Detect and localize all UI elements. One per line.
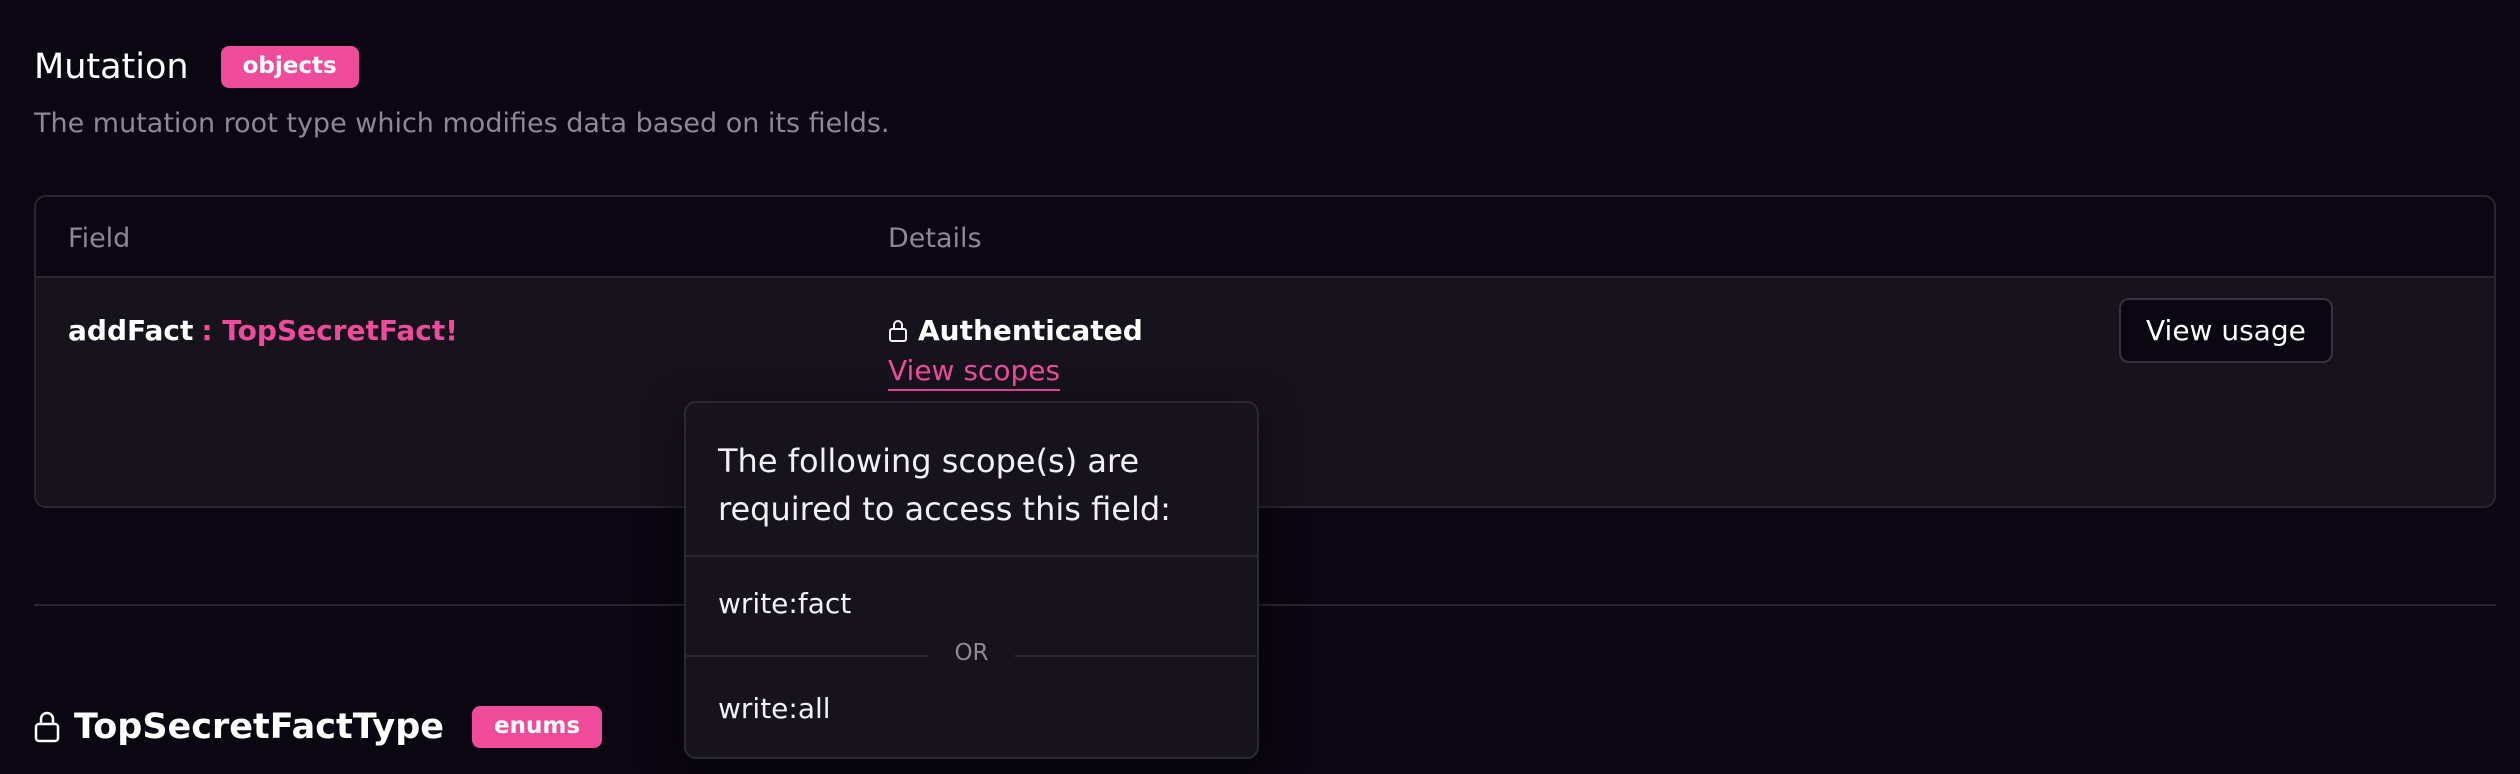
column-header-field: Field: [68, 223, 131, 254]
scope-item: write:fact: [718, 587, 852, 620]
table-row: addFact: TopSecretFact! Authenticated Vi…: [36, 278, 2494, 506]
auth-indicator: Authenticated: [888, 314, 1143, 347]
enums-badge[interactable]: enums: [472, 706, 603, 748]
section-header: Mutation objects: [34, 46, 359, 88]
auth-label: Authenticated: [918, 314, 1143, 347]
or-label: OR: [928, 640, 1015, 666]
table-header: Field Details: [36, 197, 2494, 278]
section-title: Mutation: [34, 46, 189, 87]
type-title-wrap: TopSecretFactType: [34, 707, 444, 747]
type-title: TopSecretFactType: [74, 706, 445, 747]
popover-title: The following scope(s) are required to a…: [686, 403, 1257, 557]
scope-item: write:all: [718, 692, 831, 725]
view-usage-button[interactable]: View usage: [2119, 298, 2333, 363]
field-type-link[interactable]: : TopSecretFact!: [201, 314, 458, 347]
field-signature: addFact: TopSecretFact!: [68, 314, 458, 347]
page: Mutation objects The mutation root type …: [0, 0, 2520, 774]
view-scopes-link[interactable]: View scopes: [888, 354, 1061, 391]
lock-icon: [34, 711, 60, 743]
section-divider: [34, 604, 2496, 606]
objects-badge[interactable]: objects: [220, 46, 359, 88]
column-header-details: Details: [888, 223, 982, 254]
section-description: The mutation root type which modifies da…: [34, 108, 890, 139]
field-name: addFact: [68, 314, 194, 347]
lock-icon: [889, 319, 907, 342]
scopes-popover: The following scope(s) are required to a…: [684, 401, 1259, 759]
fields-table: Field Details addFact: TopSecretFact! Au…: [34, 195, 2496, 508]
type-header: TopSecretFactType enums: [34, 706, 603, 748]
